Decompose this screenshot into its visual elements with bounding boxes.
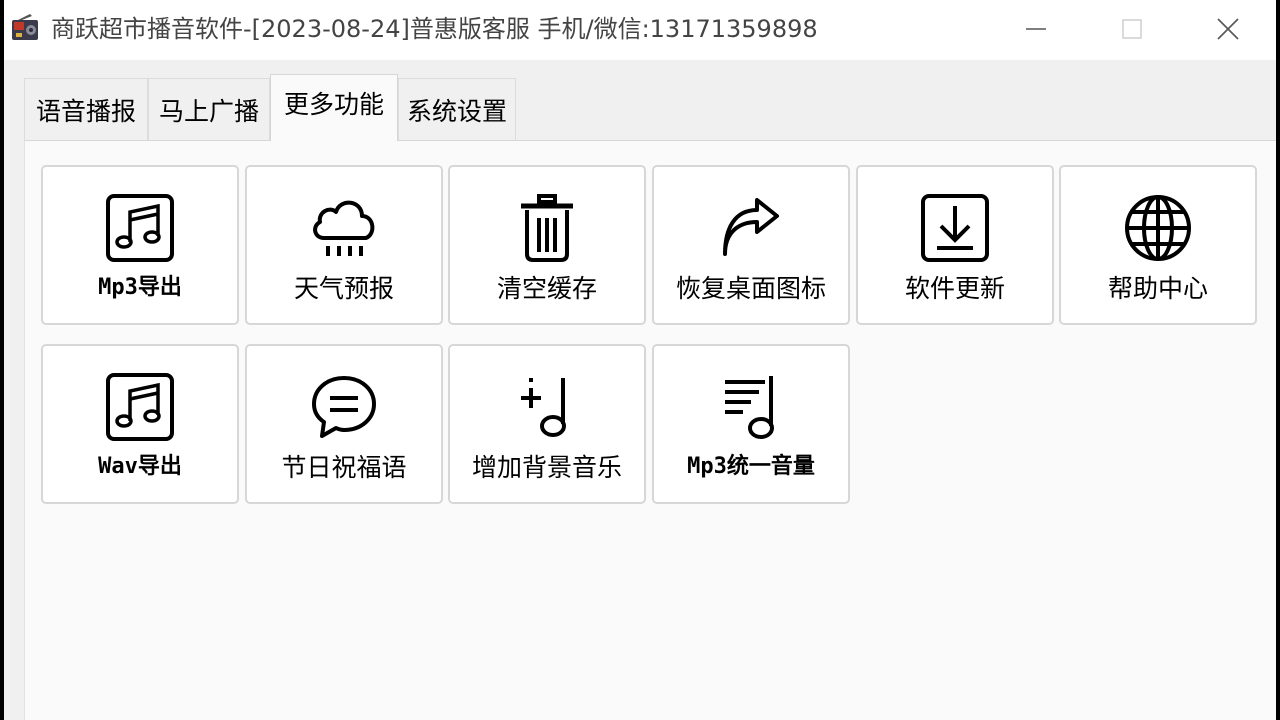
tab-voice-broadcast[interactable]: 语音播报 — [24, 78, 148, 140]
chat-bubble-icon — [307, 372, 381, 442]
title-bar[interactable]: 商跃超市播音软件-[2023-08-24]普惠版客服 手机/微信:1317135… — [4, 0, 1276, 60]
app-logo-icon — [10, 12, 42, 44]
add-music-icon — [510, 372, 584, 442]
trash-icon — [510, 193, 584, 263]
tab-more-features[interactable]: 更多功能 — [270, 74, 398, 141]
button-label: Mp3导出 — [98, 275, 182, 300]
mp3-export-button[interactable]: Mp3导出 — [41, 165, 239, 325]
wav-export-button[interactable]: Wav导出 — [41, 344, 239, 504]
holiday-greetings-button[interactable]: 节日祝福语 — [245, 344, 443, 504]
maximize-button[interactable] — [1084, 0, 1180, 58]
tab-label: 系统设置 — [406, 96, 507, 126]
help-center-button[interactable]: 帮助中心 — [1059, 165, 1257, 325]
share-arrow-icon — [714, 193, 788, 263]
tab-instant-broadcast[interactable]: 马上广播 — [148, 78, 270, 140]
add-background-music-button[interactable]: 增加背景音乐 — [448, 344, 646, 504]
maximize-icon — [1122, 19, 1142, 39]
mp3-normalize-volume-button[interactable]: Mp3统一音量 — [652, 344, 850, 504]
clear-cache-button[interactable]: 清空缓存 — [448, 165, 646, 325]
button-label: 节日祝福语 — [281, 453, 407, 482]
tab-label: 语音播报 — [35, 96, 136, 126]
music-note-icon — [103, 372, 177, 442]
weather-forecast-button[interactable]: 天气预报 — [245, 165, 443, 325]
close-button[interactable] — [1180, 0, 1276, 58]
globe-icon — [1121, 193, 1195, 263]
music-note-icon — [103, 193, 177, 263]
button-label: 帮助中心 — [1107, 274, 1208, 303]
software-update-button[interactable]: 软件更新 — [856, 165, 1054, 325]
restore-desktop-icon-button[interactable]: 恢复桌面图标 — [652, 165, 850, 325]
more-features-panel: Mp3导出 天气预报 清空缓存 恢复桌面图标 软件更新 帮助中心 Wav导出 节… — [24, 140, 1276, 720]
tab-system-settings[interactable]: 系统设置 — [398, 78, 516, 140]
tab-label: 更多功能 — [283, 90, 384, 119]
window-title: 商跃超市播音软件-[2023-08-24]普惠版客服 手机/微信:1317135… — [51, 15, 818, 43]
tab-label: 马上广播 — [158, 96, 259, 126]
button-label: 天气预报 — [293, 274, 394, 303]
download-icon — [918, 193, 992, 263]
button-label: Mp3统一音量 — [687, 454, 815, 479]
minimize-button[interactable] — [988, 0, 1084, 58]
button-label: Wav导出 — [98, 454, 182, 479]
close-icon — [1217, 18, 1239, 40]
music-list-icon — [714, 372, 788, 442]
rain-cloud-icon — [307, 193, 381, 263]
button-label: 增加背景音乐 — [471, 453, 622, 482]
minimize-icon — [1026, 28, 1046, 30]
tab-bar: 语音播报 马上广播 更多功能 系统设置 — [24, 74, 1276, 141]
button-label: 软件更新 — [904, 274, 1005, 303]
button-label: 清空缓存 — [496, 274, 597, 303]
button-label: 恢复桌面图标 — [675, 274, 826, 303]
app-window: 商跃超市播音软件-[2023-08-24]普惠版客服 手机/微信:1317135… — [4, 0, 1276, 720]
